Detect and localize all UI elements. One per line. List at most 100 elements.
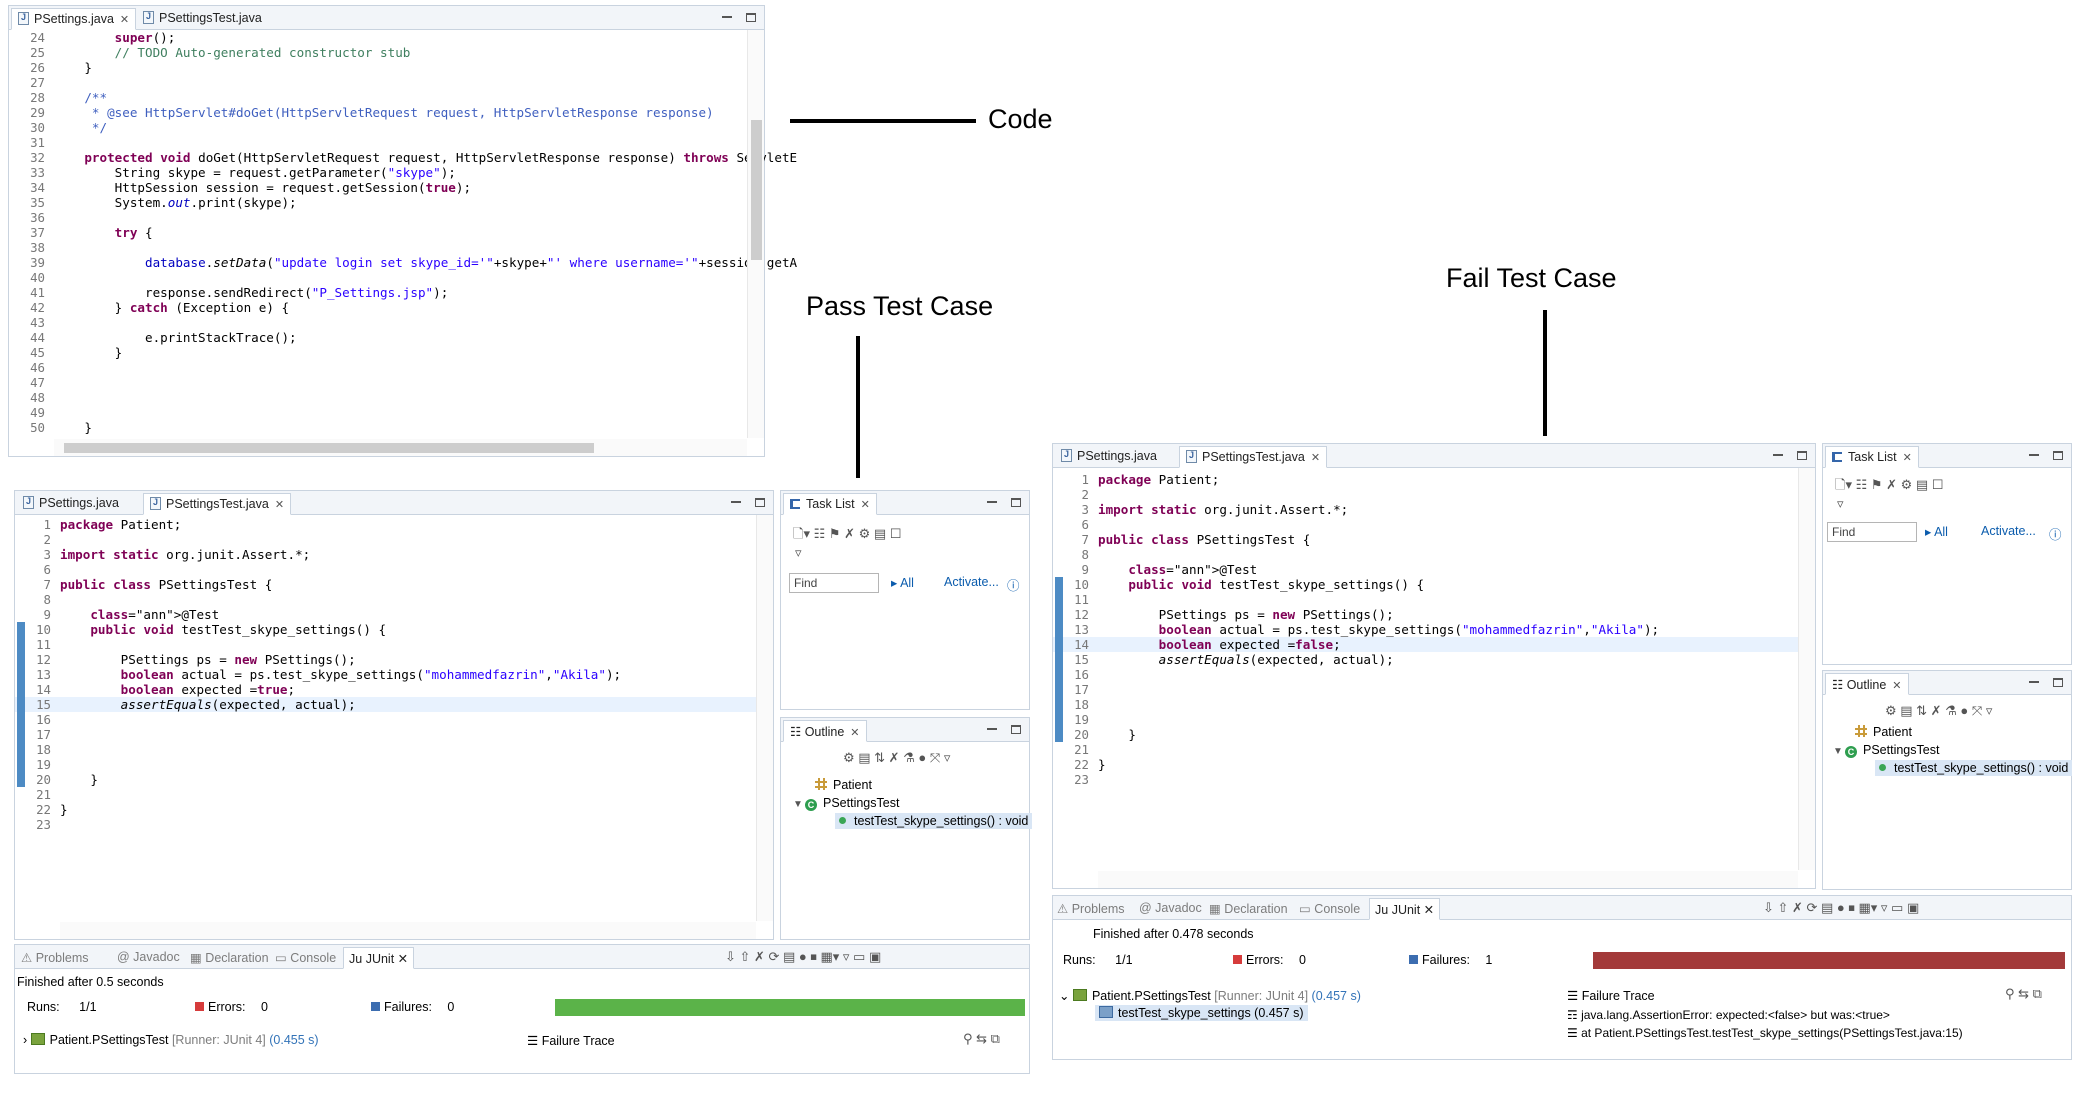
close-icon[interactable]: ✕ xyxy=(1903,452,1912,464)
code-line[interactable]: 17 xyxy=(15,727,773,742)
find-input[interactable]: Find xyxy=(789,573,879,593)
tab-problems[interactable]: ⚠ Problems xyxy=(21,950,88,965)
code-line[interactable]: 6 xyxy=(15,562,773,577)
help-icon[interactable]: ⓘ xyxy=(1007,575,1020,594)
view-window-buttons[interactable] xyxy=(731,496,765,510)
trace-line-stack[interactable]: ☰ at Patient.PSettingsTest.testTest_skyp… xyxy=(1567,1026,1963,1040)
code-line[interactable]: 2 xyxy=(15,532,773,547)
tab-psettingstest-java[interactable]: PSettingsTest.java xyxy=(137,8,268,30)
code-line[interactable]: 50 } xyxy=(9,420,764,435)
code-editor-body[interactable]: 24 super(); 25 // TODO Auto-generated con… xyxy=(9,30,797,456)
code-line[interactable]: 22} xyxy=(1053,757,1815,772)
code-line[interactable]: 37 try { xyxy=(9,225,764,240)
code-line[interactable]: 34 HttpSession session = request.getSess… xyxy=(9,180,764,195)
code-line[interactable]: 48 xyxy=(9,390,764,405)
maximize-icon[interactable] xyxy=(2053,451,2063,460)
tab-psettings-java[interactable]: PSettings.java✕ xyxy=(11,8,137,30)
minimize-icon[interactable] xyxy=(987,501,997,503)
tab-task-list[interactable]: Task List ✕ xyxy=(783,493,877,515)
code-line[interactable]: 21 xyxy=(15,787,773,802)
maximize-icon[interactable] xyxy=(1797,451,1807,460)
code-line[interactable]: 49 xyxy=(9,405,764,420)
filter-dropdown-icon[interactable]: ▿ xyxy=(1837,496,1844,514)
junit-test-tree-root[interactable]: ⌄ Patient.PSettingsTest [Runner: JUnit 4… xyxy=(1059,988,1361,1003)
code-line[interactable]: 21 xyxy=(1053,742,1815,757)
code-line[interactable]: 12 PSettings ps = new PSettings(); xyxy=(1053,607,1815,622)
maximize-icon[interactable] xyxy=(1011,725,1021,734)
code-line[interactable]: 11 xyxy=(1053,592,1815,607)
code-line[interactable]: 14 boolean expected =false; xyxy=(1053,637,1815,652)
code-line[interactable]: 23 xyxy=(1053,772,1815,787)
code-line[interactable]: 42 } catch (Exception e) { xyxy=(9,300,764,315)
tab-javadoc[interactable]: @ Javadoc xyxy=(1139,901,1202,915)
code-line[interactable]: 10 public void testTest_skype_settings()… xyxy=(15,622,773,637)
code-line[interactable]: 9 class="ann">@Test xyxy=(1053,562,1815,577)
filter-dropdown-icon[interactable]: ▿ xyxy=(795,545,802,563)
code-line[interactable]: 22} xyxy=(15,802,773,817)
code-line[interactable]: 12 PSettings ps = new PSettings(); xyxy=(15,652,773,667)
view-window-buttons[interactable] xyxy=(987,496,1021,510)
horizontal-scrollbar[interactable] xyxy=(54,439,747,456)
code-line[interactable]: 23 xyxy=(15,817,773,832)
view-window-buttons[interactable] xyxy=(722,11,756,25)
code-line[interactable]: 20 } xyxy=(15,772,773,787)
code-line[interactable]: 27 xyxy=(9,75,764,90)
close-icon[interactable]: ✕ xyxy=(1311,452,1320,464)
code-line[interactable]: 30 */ xyxy=(9,120,764,135)
outline-toolbar[interactable]: ⚙ ▤ ⇅ ✗ ⚗ ● ⤧ ▿ xyxy=(1885,703,1992,721)
close-icon[interactable]: ✕ xyxy=(861,499,870,511)
code-line[interactable]: 3 import static org.junit.Assert.*; xyxy=(15,547,773,562)
code-line[interactable]: 35 System.out.print(skype); xyxy=(9,195,764,210)
horizontal-scrollbar[interactable] xyxy=(60,922,756,939)
tab-psettings-java[interactable]: PSettings.java xyxy=(17,493,125,515)
code-line[interactable]: 16 xyxy=(1053,667,1815,682)
view-window-buttons[interactable] xyxy=(1773,449,1807,463)
tab-javadoc[interactable]: @ Javadoc xyxy=(117,950,180,964)
code-line[interactable]: 19 xyxy=(1053,712,1815,727)
code-line[interactable]: 45 } xyxy=(9,345,764,360)
outline-class[interactable]: ▼ C PSettingsTest xyxy=(793,796,899,811)
code-line[interactable]: 29 * @see HttpServlet#doGet(HttpServletR… xyxy=(9,105,764,120)
tasklist-toolbar[interactable]: 🗋▾ ☷ ⚑ ✗ ⚙ ▤ ☐ xyxy=(793,525,901,543)
code-line[interactable]: 7 public class PSettingsTest { xyxy=(15,577,773,592)
code-line[interactable]: 36 xyxy=(9,210,764,225)
outline-method[interactable]: testTest_skype_settings() : void xyxy=(835,813,1033,829)
minimize-icon[interactable] xyxy=(2029,454,2039,456)
code-line[interactable]: 1 package Patient; xyxy=(1053,472,1815,487)
view-window-buttons[interactable] xyxy=(987,723,1021,737)
code-line[interactable]: 25 // TODO Auto-generated constructor st… xyxy=(9,45,764,60)
minimize-icon[interactable] xyxy=(2029,681,2039,683)
code-line[interactable]: 46 xyxy=(9,360,764,375)
code-line[interactable]: 16 xyxy=(15,712,773,727)
tab-console[interactable]: ▭ Console xyxy=(275,950,336,965)
code-line[interactable]: 8 xyxy=(15,592,773,607)
maximize-icon[interactable] xyxy=(755,498,765,507)
chevron-down-icon[interactable]: ▼ xyxy=(793,799,805,810)
code-line[interactable]: 26 } xyxy=(9,60,764,75)
horizontal-scrollbar[interactable] xyxy=(1098,871,1798,888)
tab-task-list[interactable]: Task List ✕ xyxy=(1825,446,1919,468)
tab-outline[interactable]: ☷ Outline ✕ xyxy=(1825,673,1909,695)
code-line[interactable]: 9 class="ann">@Test xyxy=(15,607,773,622)
fail-code-body[interactable]: 1 package Patient; 2 3 import static org.jun… xyxy=(1053,468,1815,888)
code-line[interactable]: 28 /** xyxy=(9,90,764,105)
junit-test-tree-root[interactable]: › Patient.PSettingsTest [Runner: JUnit 4… xyxy=(23,1033,319,1047)
close-icon[interactable]: ✕ xyxy=(120,14,129,26)
close-icon[interactable]: ✕ xyxy=(394,952,408,966)
tab-problems[interactable]: ⚠ Problems xyxy=(1057,901,1124,916)
close-icon[interactable]: ✕ xyxy=(850,727,859,739)
code-line[interactable]: 19 xyxy=(15,757,773,772)
tab-psettings-java[interactable]: PSettings.java xyxy=(1055,446,1163,468)
outline-class[interactable]: ▼ C PSettingsTest xyxy=(1833,743,1939,758)
code-line[interactable]: 47 xyxy=(9,375,764,390)
outline-package[interactable]: Patient xyxy=(815,778,872,792)
code-line[interactable]: 43 xyxy=(9,315,764,330)
code-line[interactable]: 15 assertEquals(expected, actual); xyxy=(15,697,773,712)
vertical-scrollbar[interactable] xyxy=(756,515,773,921)
activate-link[interactable]: Activate... xyxy=(1981,524,2036,538)
vertical-scrollbar[interactable] xyxy=(1798,468,1815,870)
code-line[interactable]: 7 public class PSettingsTest { xyxy=(1053,532,1815,547)
close-icon[interactable]: ✕ xyxy=(1892,680,1901,692)
chevron-down-icon[interactable]: ▼ xyxy=(1833,746,1845,757)
code-line[interactable]: 11 xyxy=(15,637,773,652)
